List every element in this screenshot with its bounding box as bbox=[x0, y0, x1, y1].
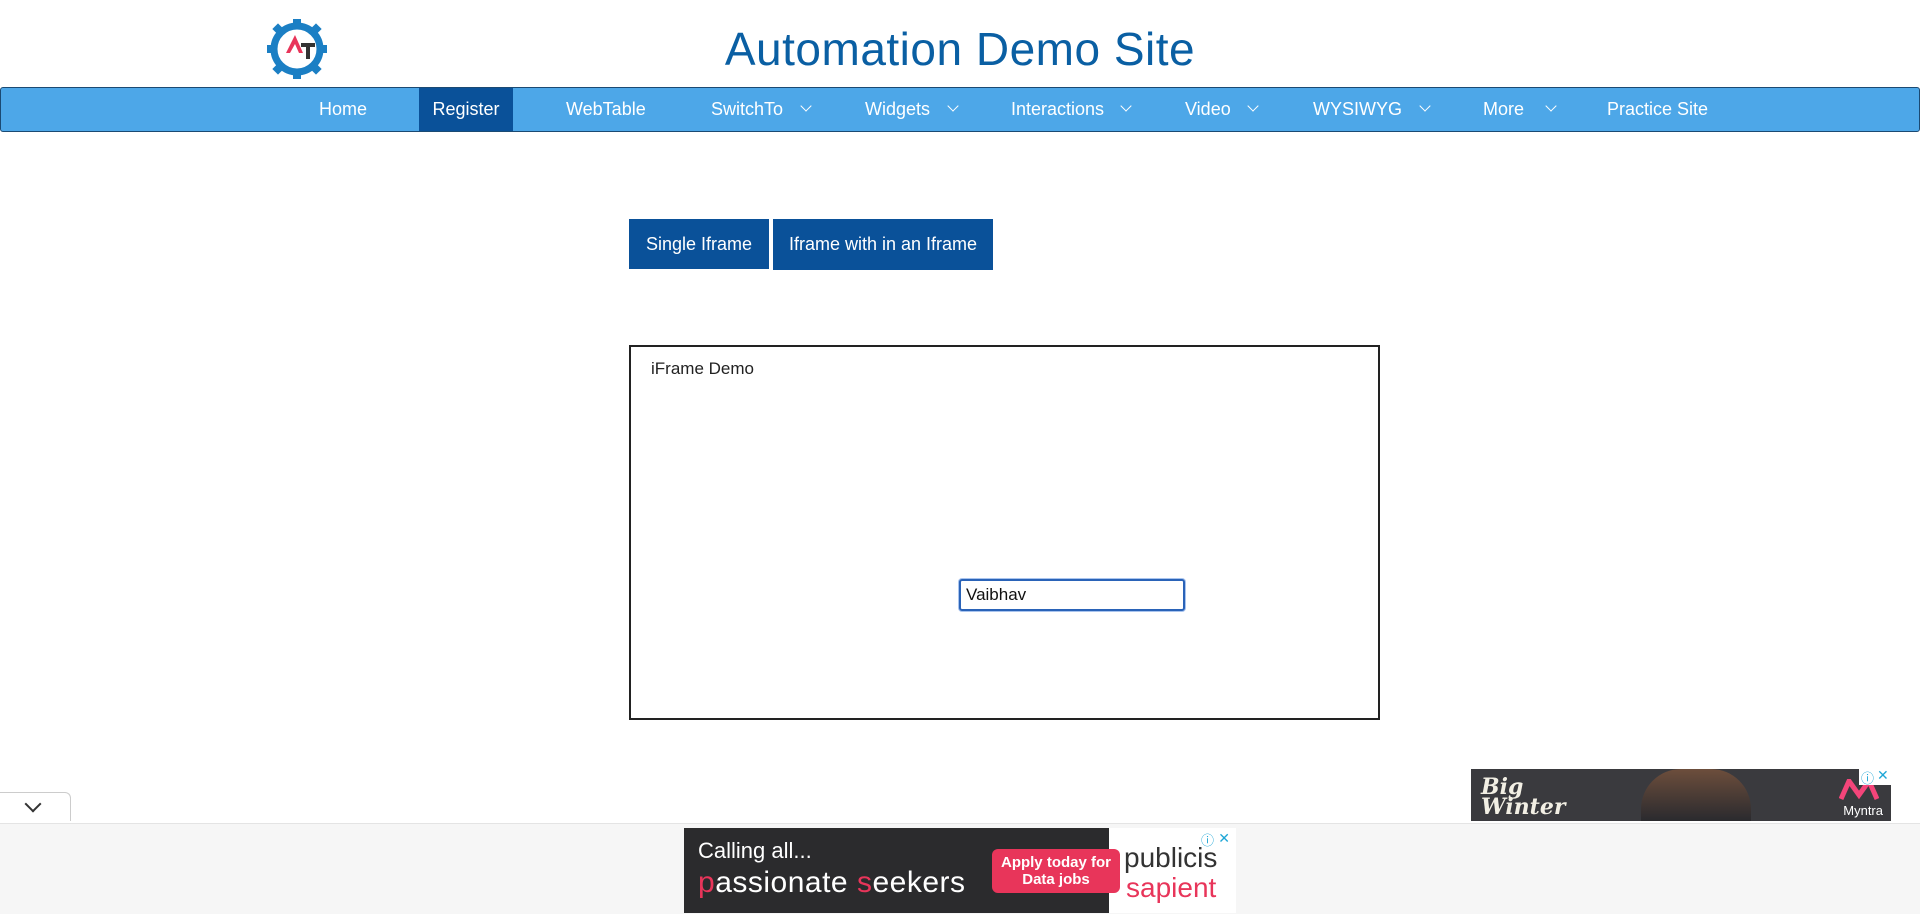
ad-apply-button[interactable]: Apply today for Data jobs bbox=[992, 849, 1120, 893]
chevron-down-icon bbox=[1120, 100, 1132, 112]
collapse-ad-tab[interactable] bbox=[0, 792, 71, 821]
nav-practice-site[interactable]: Practice Site bbox=[1607, 88, 1708, 131]
nav-widgets[interactable]: Widgets bbox=[865, 88, 965, 131]
ad-banner-bottom[interactable]: Calling all... passionate seekers Apply … bbox=[684, 828, 1236, 913]
iframe-text-input[interactable] bbox=[959, 579, 1185, 611]
nav-switchto[interactable]: SwitchTo bbox=[711, 88, 816, 131]
nav-interactions[interactable]: Interactions bbox=[1011, 88, 1136, 131]
ad-model-image bbox=[1641, 769, 1751, 821]
nav-register[interactable]: Register bbox=[419, 88, 513, 131]
ad-info-icon[interactable]: ⓘ bbox=[1201, 830, 1214, 849]
chevron-down-icon bbox=[947, 100, 959, 112]
chevron-down-icon bbox=[1545, 100, 1557, 112]
main-navbar: Home Register WebTable SwitchTo Widgets … bbox=[0, 87, 1920, 132]
ad-controls: ⓘ ✕ bbox=[1859, 769, 1891, 787]
nav-home[interactable]: Home bbox=[319, 88, 367, 131]
chevron-down-icon bbox=[1247, 100, 1259, 112]
ad-brand-sapient: sapient bbox=[1126, 872, 1217, 903]
ad-bottom-line1: Calling all... bbox=[698, 838, 812, 863]
chevron-down-icon bbox=[800, 100, 812, 112]
chevron-down-icon bbox=[24, 795, 42, 813]
ad-close-icon[interactable]: ✕ bbox=[1218, 830, 1230, 847]
ad-right-brand: Myntra bbox=[1843, 803, 1883, 818]
ad-right-headline: Big Winter bbox=[1481, 774, 1566, 820]
page-title: Automation Demo Site bbox=[724, 23, 1196, 75]
nav-more[interactable]: More bbox=[1483, 88, 1563, 131]
ad-banner-right[interactable]: Big Winter Myntra ⓘ ✕ bbox=[1471, 769, 1891, 821]
iframe-container: iFrame Demo bbox=[629, 345, 1380, 720]
chevron-down-icon bbox=[1419, 100, 1431, 112]
iframe-heading: iFrame Demo bbox=[651, 359, 754, 378]
nav-webtable[interactable]: WebTable bbox=[566, 88, 646, 131]
header: Automation Demo Site bbox=[0, 0, 1920, 88]
ad-bottom-line2: passionate seekers bbox=[698, 866, 966, 899]
ad-close-icon[interactable]: ✕ bbox=[1877, 769, 1889, 784]
nested-iframe-tab[interactable]: Iframe with in an Iframe bbox=[773, 219, 993, 270]
single-iframe-tab[interactable]: Single Iframe bbox=[629, 219, 769, 269]
nav-wysiwyg[interactable]: WYSIWYG bbox=[1313, 88, 1433, 131]
ad-info-icon[interactable]: ⓘ bbox=[1861, 769, 1874, 787]
nav-video[interactable]: Video bbox=[1185, 88, 1265, 131]
